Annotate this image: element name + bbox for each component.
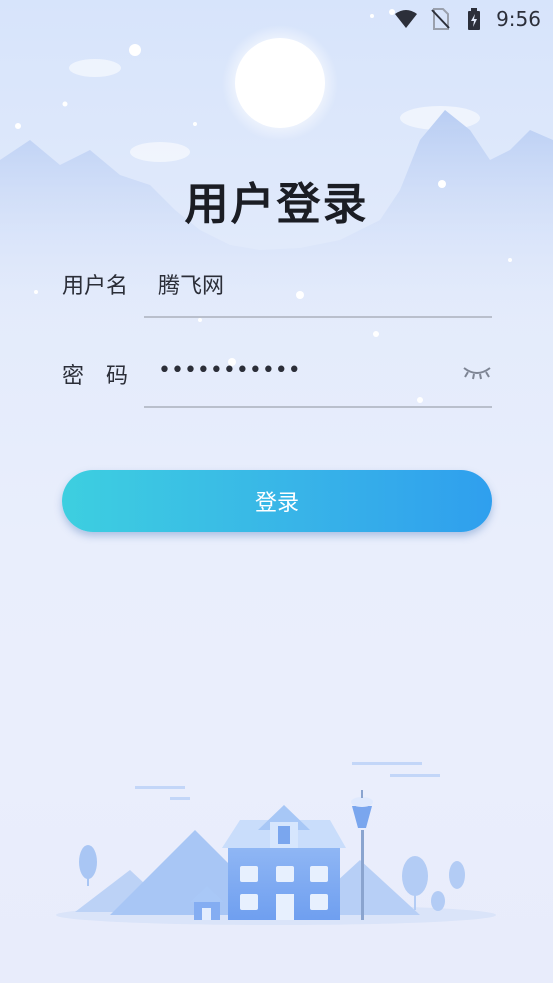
battery-charging-icon xyxy=(462,7,486,31)
password-input[interactable]: ••••••••••• xyxy=(158,358,301,383)
password-label: 密 码 xyxy=(62,364,129,389)
username-label: 用户名 xyxy=(62,274,129,299)
page-title: 用户登录 xyxy=(184,179,369,230)
username-underline xyxy=(144,316,492,318)
eye-closed-icon[interactable] xyxy=(462,360,492,382)
username-input[interactable]: 腾飞网 xyxy=(158,268,224,300)
login-button[interactable]: 登录 xyxy=(62,470,492,532)
status-bar: 9:56 xyxy=(0,0,553,38)
no-sim-icon xyxy=(428,7,452,31)
password-field[interactable]: 密 码 ••••••••••• xyxy=(62,348,492,408)
password-underline xyxy=(144,406,492,408)
house-scene xyxy=(56,762,496,925)
username-field[interactable]: 用户名 腾飞网 xyxy=(62,258,492,318)
clock-time: 9:56 xyxy=(496,7,541,31)
wifi-icon xyxy=(394,7,418,31)
